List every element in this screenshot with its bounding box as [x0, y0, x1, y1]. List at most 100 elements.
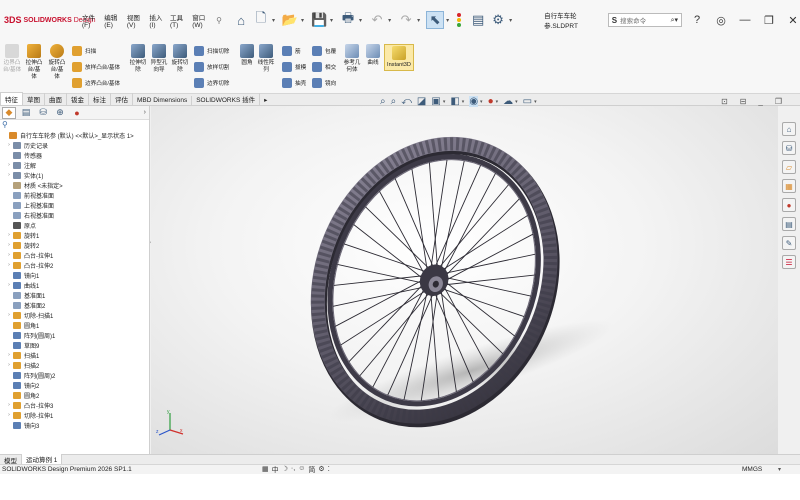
select-dropdown-icon[interactable]: ▾ — [446, 17, 449, 24]
options-icon[interactable]: ⚙ — [489, 11, 507, 29]
tab-mbd-dimensions[interactable]: MBD Dimensions — [133, 96, 193, 105]
design-library-icon[interactable]: ▱ — [782, 160, 796, 174]
save-icon[interactable]: 💾 — [310, 11, 328, 29]
pin-icon[interactable]: ⚲ — [216, 16, 222, 25]
expand-arrow-icon[interactable]: › — [6, 352, 12, 358]
tree-node[interactable]: 上视基准面 — [2, 200, 149, 210]
display-manager-icon[interactable]: ● — [70, 107, 84, 119]
forum-icon[interactable]: ✎ — [782, 236, 796, 250]
tree-node[interactable]: › 切除-拉伸1 — [2, 410, 149, 420]
wrap-button[interactable]: 包覆 — [312, 46, 336, 56]
solidworks-icon[interactable]: ☰ — [782, 255, 796, 269]
tree-node[interactable]: 原点 — [2, 220, 149, 230]
expand-arrow-icon[interactable]: › — [6, 162, 12, 168]
tree-node[interactable]: 阵列(圆周)1 — [2, 330, 149, 340]
custom-props-icon[interactable]: ▤ — [782, 217, 796, 231]
close-icon[interactable]: ✕ — [786, 14, 800, 27]
tree-node[interactable]: 圆角2 — [2, 390, 149, 400]
minimize-icon[interactable]: — — [738, 14, 752, 26]
tab-surfaces[interactable]: 曲面 — [45, 93, 67, 105]
print-dropdown-icon[interactable]: ▾ — [359, 17, 362, 24]
expand-arrow-icon[interactable]: › — [6, 232, 12, 238]
zoom-to-fit-icon[interactable]: ⌕ — [380, 96, 386, 107]
tab-markup[interactable]: 标注 — [89, 93, 111, 105]
tree-node[interactable]: › 旋转1 — [2, 230, 149, 240]
tree-node[interactable]: 圆角1 — [2, 320, 149, 330]
tree-node[interactable]: 镜向2 — [2, 380, 149, 390]
previous-view-icon[interactable]: ⤺ — [401, 96, 412, 107]
section-view-icon[interactable]: ◪ — [417, 96, 426, 107]
search-icon[interactable]: ⌕▾ — [671, 16, 678, 25]
ime-settings-icon[interactable]: ⚙ — [318, 465, 324, 475]
menu-view[interactable]: 视图(V) — [127, 12, 144, 29]
tree-node[interactable]: › 旋转2 — [2, 240, 149, 250]
expand-arrow-icon[interactable]: › — [6, 242, 12, 248]
tree-node[interactable]: 镜向1 — [2, 270, 149, 280]
expand-arrow-icon[interactable]: › — [6, 282, 12, 288]
restore-icon[interactable]: ❐ — [762, 14, 776, 27]
menu-edit[interactable]: 编辑(E) — [104, 12, 121, 29]
menu-insert[interactable]: 插入(I) — [149, 12, 164, 29]
draft-button[interactable]: 拔模 — [282, 62, 306, 72]
zoom-to-area-icon[interactable]: ⌕ — [391, 96, 397, 107]
viewport-split-icon[interactable]: ⊟ — [740, 97, 747, 106]
fillet-button[interactable]: 圆角 — [238, 44, 256, 67]
filter-icon[interactable]: ⚲ — [0, 120, 149, 130]
ime-more-icon[interactable]: ⁚ — [328, 465, 330, 475]
tree-node[interactable]: 前视基准面 — [2, 190, 149, 200]
expand-arrow-icon[interactable]: › — [6, 252, 12, 258]
display-style-icon[interactable]: ◧ — [450, 96, 459, 107]
tree-node[interactable]: 自行车车轮参 (默认) <<默认>_显示状态 1> — [2, 130, 149, 140]
hole-wizard-button[interactable]: 异型孔 向导 — [148, 44, 170, 74]
tree-node[interactable]: › 凸台-拉伸2 — [2, 260, 149, 270]
undo-dropdown-icon[interactable]: ▾ — [388, 17, 391, 24]
extrude-cut-button[interactable]: 拉伸切 除 — [128, 44, 148, 74]
units-selector[interactable]: MMGS — [742, 466, 762, 473]
home-icon[interactable]: ⌂ — [782, 122, 796, 136]
tree-node[interactable]: › 扫描1 — [2, 350, 149, 360]
print-icon[interactable]: 🖶 — [339, 10, 357, 29]
view-settings-dropdown-icon[interactable]: ▾ — [534, 99, 537, 105]
view-orientation-icon[interactable]: ▣ — [431, 96, 440, 107]
tree-node[interactable]: 基准面1 — [2, 290, 149, 300]
units-dropdown-icon[interactable]: ▾ — [778, 466, 781, 473]
tree-node[interactable]: › 切除-扫描1 — [2, 310, 149, 320]
tree-node[interactable]: 右视基准面 — [2, 210, 149, 220]
ime-moon-icon[interactable]: ☽ — [282, 465, 288, 475]
menu-tools[interactable]: 工具(T) — [170, 12, 186, 29]
expand-arrow-icon[interactable]: › — [6, 412, 12, 418]
ime-chinese-icon[interactable]: 中 — [272, 465, 279, 475]
appearances-icon[interactable]: ● — [782, 198, 796, 212]
home-icon[interactable]: ⌂ — [232, 11, 250, 29]
undo-icon[interactable]: ↶ — [368, 11, 386, 29]
tab-sheet-metal[interactable]: 钣金 — [67, 93, 89, 105]
viewport-restore-icon[interactable]: ❐ — [775, 97, 782, 106]
expand-arrow-icon[interactable]: › — [6, 172, 12, 178]
tab-evaluate[interactable]: 评估 — [111, 93, 133, 105]
sweep-cut-button[interactable]: 扫描切除 — [194, 46, 229, 56]
tree-node[interactable]: › 历史记录 — [2, 140, 149, 150]
extrude-boss-button[interactable]: 拉伸凸 台/基 体 — [24, 44, 44, 81]
menu-window[interactable]: 窗口(W) — [192, 12, 210, 29]
viewport-minimize-icon[interactable]: _ — [758, 97, 762, 106]
mirror-button[interactable]: 镜向 — [312, 78, 336, 88]
expand-arrow-icon[interactable]: › — [6, 142, 12, 148]
tree-node[interactable]: › 曲线1 — [2, 280, 149, 290]
rebuild-icon[interactable] — [455, 11, 463, 29]
hide-show-icon[interactable]: ◉ — [469, 96, 479, 107]
new-dropdown-icon[interactable]: ▾ — [272, 17, 275, 24]
redo-icon[interactable]: ↷ — [397, 11, 415, 29]
scene-dropdown-icon[interactable]: ▾ — [515, 99, 518, 105]
panel-more-icon[interactable]: › — [144, 109, 146, 116]
sweep-button[interactable]: 扫描 — [72, 46, 96, 56]
boundary-cut-button[interactable]: 边界切除 — [194, 78, 229, 88]
resources-icon[interactable]: ⛁ — [782, 141, 796, 155]
config-manager-icon[interactable]: ⛁ — [36, 107, 50, 119]
apply-scene-icon[interactable]: ☁ — [503, 96, 513, 107]
revolve-cut-button[interactable]: 旋转切 除 — [170, 44, 190, 74]
loft-cut-button[interactable]: 放样切割 — [194, 62, 229, 72]
view-orientation-dropdown-icon[interactable]: ▾ — [443, 99, 446, 105]
tree-node[interactable]: › 注解 — [2, 160, 149, 170]
redo-dropdown-icon[interactable]: ▾ — [417, 17, 420, 24]
expand-arrow-icon[interactable]: › — [6, 312, 12, 318]
